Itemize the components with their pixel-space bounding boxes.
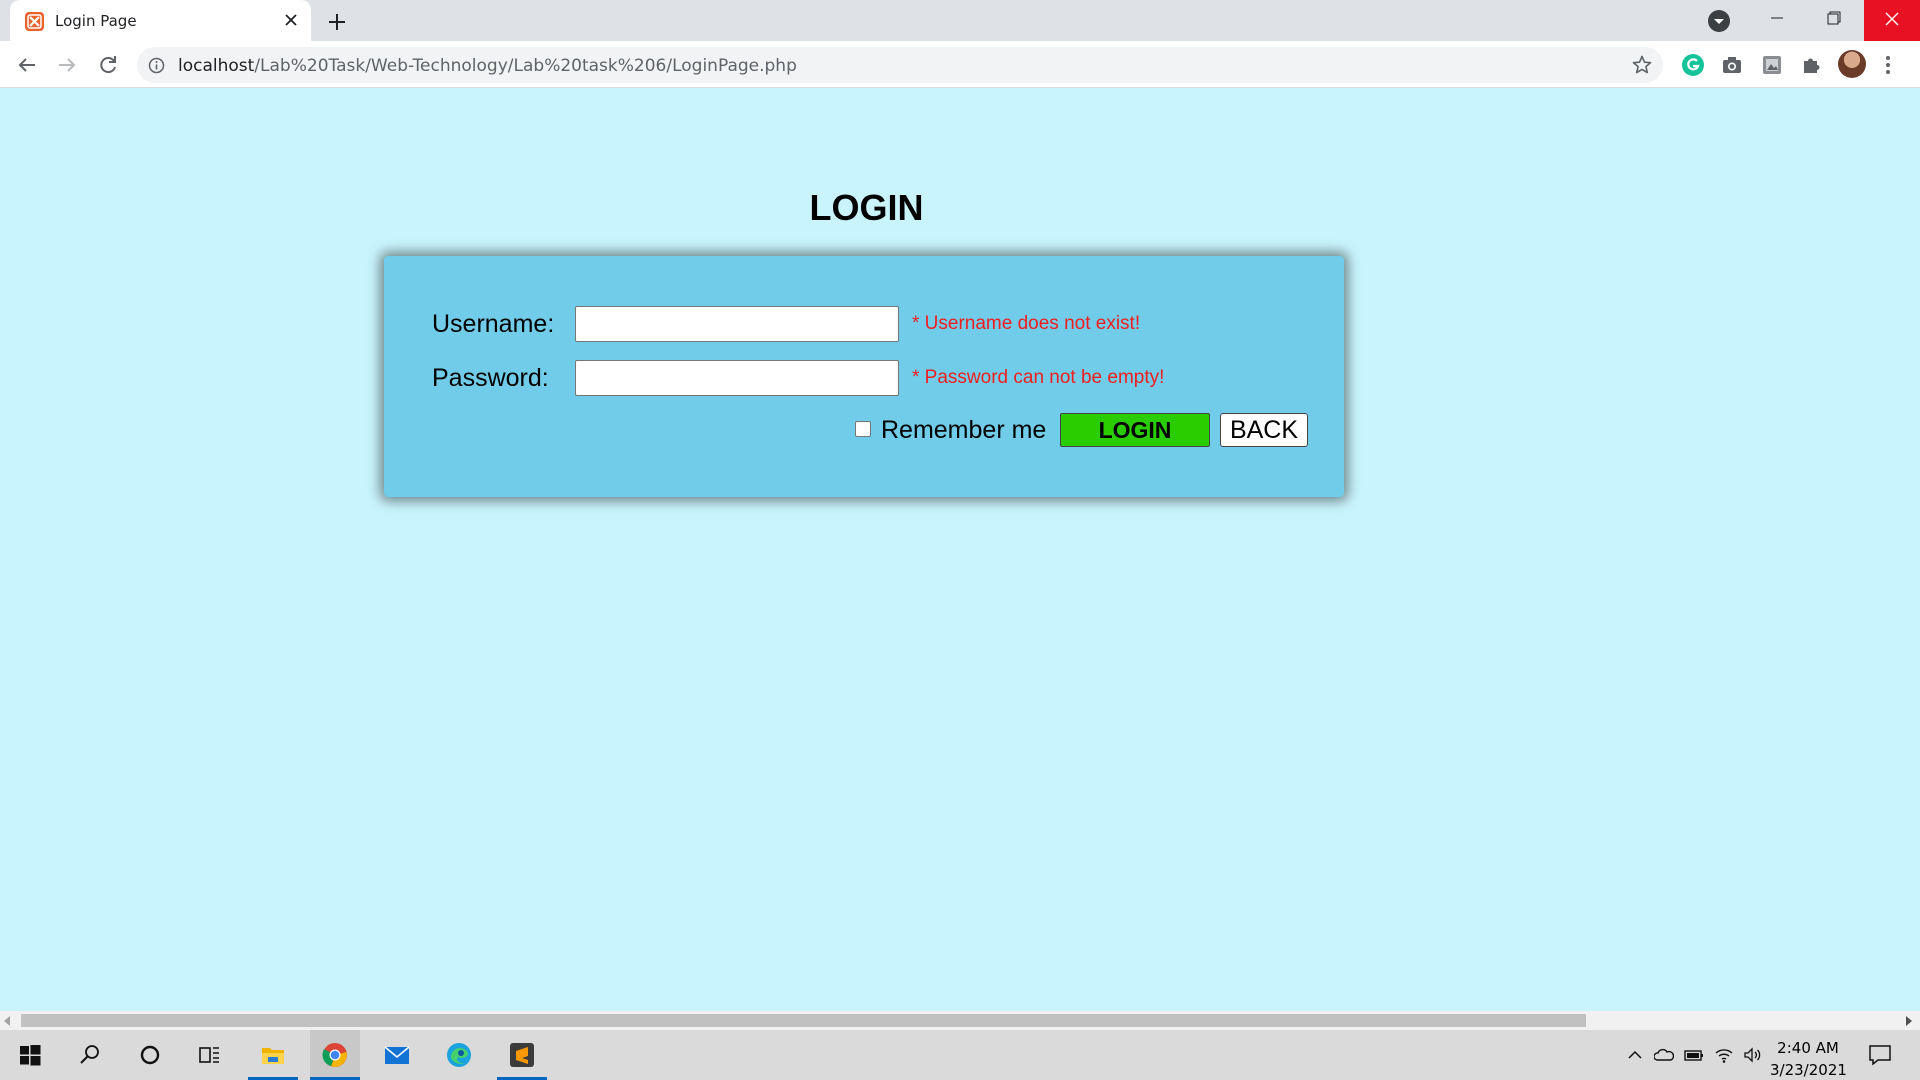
bookmark-star-icon[interactable]	[1631, 54, 1653, 76]
taskbar-clock[interactable]: 2:40 AM 3/23/2021	[1770, 1037, 1847, 1080]
reload-icon[interactable]	[94, 51, 122, 79]
taskbar-mail[interactable]	[372, 1030, 422, 1080]
url-path: /Lab%20Task/Web-Technology/Lab%20task%20…	[254, 56, 797, 76]
scrollbar-thumb[interactable]	[21, 1014, 1586, 1027]
remember-me-label: Remember me	[881, 416, 1047, 444]
scroll-left-arrow-icon[interactable]	[4, 1016, 10, 1026]
photo-extension-icon[interactable]	[1759, 52, 1785, 78]
taskbar-sublime-text[interactable]	[497, 1030, 547, 1080]
mail-icon	[384, 1042, 410, 1068]
back-button[interactable]: BACK	[1220, 413, 1308, 447]
minimize-icon[interactable]	[1749, 0, 1805, 41]
wifi-icon[interactable]	[1714, 1045, 1734, 1065]
close-icon[interactable]	[1864, 0, 1920, 41]
taskbar-file-explorer[interactable]	[248, 1030, 298, 1080]
volume-icon[interactable]	[1743, 1045, 1763, 1065]
login-button[interactable]: LOGIN	[1060, 413, 1210, 447]
maximize-icon[interactable]	[1805, 0, 1861, 41]
taskbar-search[interactable]	[65, 1030, 115, 1080]
grammarly-icon[interactable]	[1680, 52, 1706, 78]
search-icon	[77, 1042, 103, 1068]
username-error: * Username does not exist!	[912, 313, 1141, 334]
taskbar-edge[interactable]	[434, 1030, 484, 1080]
tab-search-icon[interactable]	[1708, 10, 1730, 32]
browser-tab[interactable]: Login Page	[10, 0, 311, 41]
sublime-text-icon	[509, 1042, 535, 1068]
back-arrow-icon[interactable]	[13, 51, 41, 79]
username-input[interactable]	[575, 306, 899, 342]
horizontal-scrollbar[interactable]	[0, 1011, 1920, 1030]
onedrive-icon[interactable]	[1653, 1045, 1675, 1065]
chevron-up-icon[interactable]	[1625, 1045, 1645, 1065]
close-icon[interactable]	[280, 9, 302, 31]
xampp-icon	[25, 12, 44, 31]
plus-icon[interactable]	[324, 9, 350, 35]
address-bar[interactable]: localhost/Lab%20Task/Web-Technology/Lab%…	[137, 47, 1663, 83]
scroll-right-arrow-icon[interactable]	[1906, 1016, 1912, 1026]
tab-strip: Login Page	[0, 0, 1920, 41]
page-title: LOGIN	[809, 187, 924, 228]
taskbar: 2:40 AM 3/23/2021	[0, 1030, 1920, 1080]
password-error: * Password can not be empty!	[912, 367, 1165, 388]
taskbar-chrome[interactable]	[310, 1030, 360, 1080]
profile-avatar[interactable]	[1838, 50, 1866, 78]
url-host: localhost	[178, 56, 255, 76]
cortana-button[interactable]	[125, 1030, 175, 1080]
file-explorer-icon	[260, 1042, 286, 1068]
password-label: Password:	[432, 364, 549, 392]
windows-start-button[interactable]	[5, 1030, 55, 1080]
password-input[interactable]	[575, 360, 899, 396]
username-label: Username:	[432, 310, 555, 338]
task-view-icon	[197, 1042, 223, 1068]
browser-toolbar: localhost/Lab%20Task/Web-Technology/Lab%…	[0, 41, 1920, 88]
task-view-button[interactable]	[185, 1030, 235, 1080]
edge-icon	[446, 1042, 472, 1068]
camera-icon[interactable]	[1719, 52, 1745, 78]
clock-time: 2:40 AM	[1777, 1039, 1839, 1057]
windows-start-icon	[17, 1042, 43, 1068]
extensions-puzzle-icon[interactable]	[1798, 52, 1824, 78]
cortana-icon	[137, 1042, 163, 1068]
login-form: Username: * Username does not exist! Pas…	[384, 256, 1344, 497]
tab-title: Login Page	[55, 12, 137, 30]
url-text: localhost/Lab%20Task/Web-Technology/Lab%…	[178, 56, 797, 76]
more-menu-icon[interactable]	[1884, 53, 1892, 77]
chrome-icon	[322, 1042, 348, 1068]
info-icon[interactable]	[148, 57, 165, 74]
notification-center-icon[interactable]	[1868, 1044, 1892, 1066]
remember-me-checkbox[interactable]	[855, 421, 871, 437]
forward-arrow-icon[interactable]	[53, 51, 81, 79]
clock-date: 3/23/2021	[1770, 1061, 1847, 1079]
battery-icon[interactable]	[1684, 1045, 1704, 1065]
